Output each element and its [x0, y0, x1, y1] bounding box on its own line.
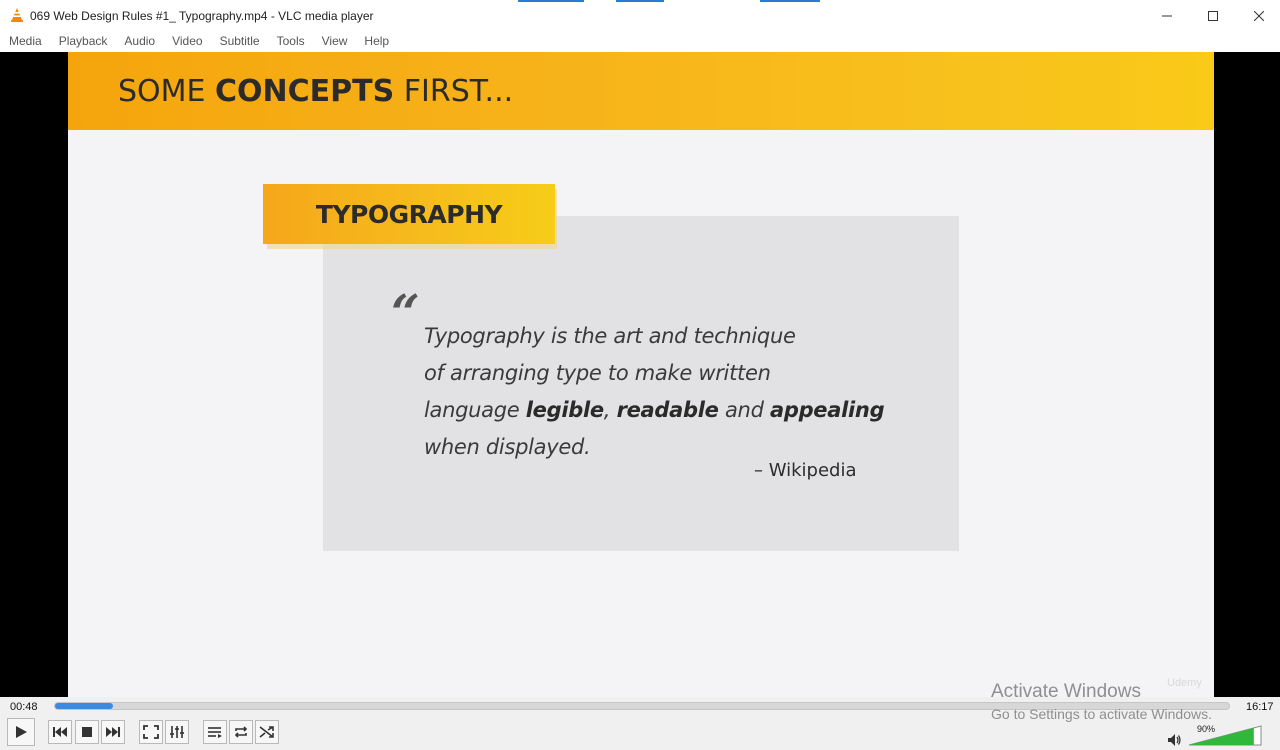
taskbar-accent	[616, 0, 664, 2]
video-area[interactable]: SOME CONCEPTS FIRST... TYPOGRAPHY “ Typo…	[0, 52, 1280, 697]
quote-emphasis: appealing	[769, 398, 885, 422]
slide: SOME CONCEPTS FIRST... TYPOGRAPHY “ Typo…	[68, 52, 1214, 697]
playlist-icon	[208, 727, 222, 738]
menu-playback[interactable]: Playback	[50, 31, 116, 52]
quote-line: language legible, readable and appealing	[424, 392, 885, 429]
menu-tools[interactable]: Tools	[268, 31, 313, 52]
taskbar-accent	[760, 0, 820, 2]
activate-windows-title: Activate Windows	[991, 681, 1141, 702]
shuffle-icon	[259, 726, 274, 738]
shuffle-button[interactable]	[255, 720, 279, 744]
menu-subtitle[interactable]: Subtitle	[211, 31, 268, 52]
quote-line: Typography is the art and technique	[424, 324, 796, 348]
heading-bold-part: CONCEPTS	[215, 74, 395, 109]
taskbar-accent	[518, 0, 584, 2]
next-icon	[106, 727, 120, 737]
quote-line: of arranging type to make written	[424, 361, 771, 385]
quote-source: – Wikipedia	[754, 460, 857, 481]
stop-button[interactable]	[75, 720, 99, 744]
player-controls: 00:48 16:17 90%	[0, 697, 1280, 750]
quote-mark: “	[391, 283, 420, 342]
next-button[interactable]	[101, 720, 125, 744]
menu-help[interactable]: Help	[355, 31, 397, 52]
window-title: 069 Web Design Rules #1_ Typography.mp4 …	[30, 9, 374, 23]
minimize-button[interactable]	[1144, 0, 1190, 31]
quote-fragment: ,	[603, 398, 617, 422]
menu-video[interactable]: Video	[163, 31, 210, 52]
previous-icon	[53, 727, 67, 737]
minimize-icon	[1162, 15, 1172, 16]
quote-fragment: language	[424, 398, 526, 422]
typography-tag: TYPOGRAPHY	[263, 184, 555, 244]
elapsed-time[interactable]: 00:48	[10, 701, 38, 713]
play-icon	[16, 726, 27, 738]
play-button[interactable]	[7, 718, 35, 746]
volume-label: 90%	[1197, 724, 1216, 734]
playlist-button[interactable]	[203, 720, 227, 744]
maximize-icon	[1208, 10, 1218, 21]
activate-windows-subtitle: Go to Settings to activate Windows.	[991, 706, 1212, 722]
stop-icon	[82, 727, 92, 737]
slide-header-banner: SOME CONCEPTS FIRST...	[68, 52, 1214, 130]
quote-emphasis: readable	[616, 398, 719, 422]
quote-fragment: and	[718, 398, 770, 422]
vlc-cone-icon	[11, 8, 23, 22]
menu-bar: Media Playback Audio Video Subtitle Tool…	[0, 31, 1280, 52]
total-time[interactable]: 16:17	[1246, 701, 1274, 713]
seek-progress	[55, 703, 113, 709]
heading-part: FIRST...	[394, 74, 514, 109]
heading-part: SOME	[118, 74, 216, 109]
extended-settings-button[interactable]	[165, 720, 189, 744]
close-icon	[1254, 10, 1264, 21]
menu-view[interactable]: View	[313, 31, 356, 52]
equalizer-icon	[170, 726, 184, 738]
fullscreen-icon	[143, 725, 159, 739]
loop-icon	[234, 726, 248, 738]
speaker-icon[interactable]	[1166, 732, 1182, 748]
quote-emphasis: legible	[525, 398, 604, 422]
slide-heading: SOME CONCEPTS FIRST...	[118, 74, 513, 109]
loop-button[interactable]	[229, 720, 253, 744]
title-bar[interactable]: 069 Web Design Rules #1_ Typography.mp4 …	[0, 0, 1280, 31]
close-button[interactable]	[1236, 0, 1280, 31]
quote-text: Typography is the art and technique of a…	[424, 318, 885, 466]
fullscreen-button[interactable]	[139, 720, 163, 744]
udemy-watermark: Udemy	[1167, 677, 1202, 689]
typography-tag-label: TYPOGRAPHY	[315, 199, 503, 229]
menu-audio[interactable]: Audio	[115, 31, 163, 52]
previous-button[interactable]	[48, 720, 72, 744]
menu-media[interactable]: Media	[0, 31, 50, 52]
maximize-button[interactable]	[1190, 0, 1236, 31]
